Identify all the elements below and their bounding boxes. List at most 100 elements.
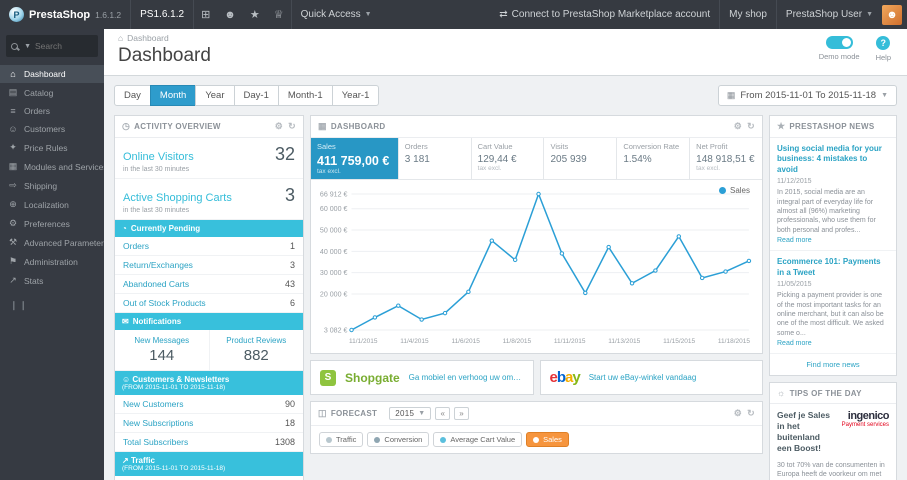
range-day-button[interactable]: Day: [114, 85, 151, 106]
article-title-link[interactable]: Ecommerce 101: Payments in a Tweet: [777, 257, 889, 278]
date-range-picker[interactable]: ▦ From 2015-11-01 To 2015-11-18 ▼: [717, 85, 897, 106]
gear-icon[interactable]: ⚙: [734, 408, 742, 419]
legend-average-cart-value[interactable]: Average Cart Value: [433, 432, 523, 447]
range-year-button[interactable]: Year: [195, 85, 235, 106]
svg-text:30 000 €: 30 000 €: [320, 270, 348, 277]
prestashop-logo-icon: P: [9, 7, 24, 22]
sidebar-item-preferences[interactable]: ⚙ Preferences: [0, 214, 104, 233]
topbar: P PrestaShop 1.6.1.2 PS1.6.1.2 ⊞ ☻ ★ ♕ Q…: [0, 0, 907, 29]
sidebar-item-customers[interactable]: ☺ Customers: [0, 120, 104, 138]
refresh-icon[interactable]: ↻: [747, 121, 755, 132]
read-more-link[interactable]: Read more: [777, 340, 889, 347]
shopgate-logo-icon: S: [320, 369, 336, 386]
range-month-1-button[interactable]: Month-1: [277, 85, 333, 106]
refresh-icon[interactable]: ↻: [747, 408, 755, 419]
trophy-icon[interactable]: ♕: [267, 0, 291, 29]
kpi-visits[interactable]: Visits 205 939: [544, 138, 618, 179]
chart-legend: Sales: [718, 186, 750, 195]
sidebar-item-dashboard[interactable]: ⌂ Dashboard: [0, 65, 104, 83]
kpi-cart-value[interactable]: Cart Value 129,44 € tax excl.: [472, 138, 545, 179]
time-range-toolbar: Day Month Year Day-1 Month-1 Year-1 ▦ Fr…: [114, 85, 897, 106]
tip-body: 30 tot 70% van de consumenten in Europa …: [777, 461, 885, 479]
customers-row-new-subscriptions: New Subscriptions 18: [115, 414, 303, 433]
pending-row-abandoned-carts: Abandoned Carts 43: [115, 275, 303, 294]
collapse-menu-icon[interactable]: ❙❙: [0, 290, 104, 321]
sales-chart: Sales 66 912 € 60 000 € 50 000 € 40 000 € 30…: [311, 180, 762, 353]
chevron-down-icon: ▼: [364, 11, 372, 18]
star-icon[interactable]: ★: [243, 0, 267, 29]
user-menu[interactable]: PrestaShop User ▼: [777, 0, 882, 29]
forecast-legend: Traffic Conversion Average Cart Value Sa…: [311, 426, 762, 453]
previous-year-button[interactable]: «: [435, 407, 451, 420]
svg-text:20 000 €: 20 000 €: [320, 291, 348, 298]
chevron-down-icon: ▼: [418, 410, 426, 417]
article-title-link[interactable]: Using social media for your business: 4 …: [777, 144, 889, 175]
kpi-net-profit[interactable]: Net Profit 148 918,51 € tax excl.: [690, 138, 762, 179]
search-input[interactable]: [35, 41, 93, 51]
prestashop-brand[interactable]: P PrestaShop 1.6.1.2: [0, 7, 130, 22]
tip-headline: Geef je Sales in het buitenland een Boos…: [777, 410, 830, 454]
sidebar-item-administration[interactable]: ⚑ Administration: [0, 252, 104, 271]
sidebar-item-localization[interactable]: ⊕ Localization: [0, 195, 104, 214]
sidebar-item-stats[interactable]: ↗ Stats: [0, 271, 104, 290]
user-avatar[interactable]: ☻: [882, 4, 902, 25]
range-year-1-button[interactable]: Year-1: [331, 85, 380, 106]
legend-sales[interactable]: Sales: [526, 432, 569, 447]
chevron-down-icon: ▼: [24, 42, 31, 50]
marketplace-icon: ⇄: [499, 9, 508, 20]
activity-icon: ◷: [122, 121, 131, 131]
customers-row-new-customers: New Customers 90: [115, 395, 303, 414]
sidebar-item-orders[interactable]: ≡ Orders: [0, 102, 104, 120]
activity-overview-panel: ◷ ACTIVITY OVERVIEW ⚙ ↻ Online Visitors …: [114, 115, 304, 480]
cart-icon[interactable]: ⊞: [194, 0, 217, 29]
chevron-down-icon: ▼: [866, 11, 873, 18]
marketplace-link[interactable]: ⇄ Connect to PrestaShop Marketplace acco…: [490, 0, 719, 29]
forecast-year-select[interactable]: 2015 ▼: [389, 407, 432, 420]
customer-icon[interactable]: ☻: [217, 0, 243, 29]
sidebar-item-shipping[interactable]: ⇨ Shipping: [0, 176, 104, 195]
kpi-conversion-rate[interactable]: Conversion Rate 1.54%: [617, 138, 691, 179]
sidebar-item-catalog[interactable]: ▤ Catalog: [0, 83, 104, 102]
legend-conversion[interactable]: Conversion: [367, 432, 430, 447]
dashboard-icon: ▦: [318, 121, 327, 131]
next-year-button[interactable]: »: [454, 407, 469, 420]
modules-icon: ▦: [8, 161, 18, 171]
ebay-promo: ebay Start uw eBay-winkel vandaag: [539, 360, 763, 395]
demo-mode-toggle[interactable]: [825, 36, 853, 49]
panel-title: DASHBOARD: [330, 122, 386, 131]
sidebar-item-advanced-parameters[interactable]: ⚒ Advanced Parameters: [0, 233, 104, 252]
stats-icon: ↗: [9, 275, 17, 285]
sidebar-item-price-rules[interactable]: ✦ Price Rules: [0, 138, 104, 157]
breadcrumb[interactable]: ⌂ Dashboard: [118, 33, 893, 43]
google-analytics-link[interactable]: Link to your Google Analytics account: [115, 476, 303, 480]
product-reviews-stat: Product Reviews 882: [208, 330, 303, 371]
ebay-promo-link[interactable]: Start uw eBay-winkel vandaag: [589, 373, 697, 382]
range-month-button[interactable]: Month: [149, 85, 197, 106]
brand-version: 1.6.1.2: [95, 9, 122, 20]
gear-icon[interactable]: ⚙: [275, 121, 283, 132]
shopgate-promo-link[interactable]: Ga mobiel en verhoog uw omzet: [409, 373, 524, 382]
wrench-icon: ⚒: [8, 237, 18, 247]
sidebar-item-modules[interactable]: ▦ Modules and Services: [0, 157, 104, 176]
quick-access-menu[interactable]: Quick Access ▼: [292, 0, 381, 29]
calendar-icon: ▦: [726, 90, 736, 100]
help-icon[interactable]: ?: [876, 36, 891, 50]
kpi-orders[interactable]: Orders 3 181: [399, 138, 472, 179]
shop-name[interactable]: PS1.6.1.2: [131, 9, 193, 20]
help-label: Help: [875, 53, 891, 62]
legend-traffic[interactable]: Traffic: [319, 432, 364, 447]
range-day-1-button[interactable]: Day-1: [233, 85, 279, 106]
chart-x-axis: 11/1/2015 11/4/2015 11/6/2015 11/8/2015 …: [349, 338, 750, 345]
currently-pending-header: ◔ Currently Pending: [115, 220, 303, 237]
read-more-link[interactable]: Read more: [777, 237, 889, 244]
gear-icon[interactable]: ⚙: [734, 121, 742, 132]
pending-row-out-of-stock: Out of Stock Products 6: [115, 294, 303, 313]
refresh-icon[interactable]: ↻: [288, 121, 296, 132]
demo-mode-label: Demo mode: [818, 52, 860, 61]
my-shop-link[interactable]: My shop: [720, 0, 776, 29]
svg-text:3 082 €: 3 082 €: [324, 328, 348, 335]
forecast-panel: ◫ FORECAST 2015 ▼ « » ⚙ ↻ Traffic Conver…: [310, 401, 763, 454]
find-more-news-link[interactable]: Find more news: [770, 354, 896, 375]
sidebar-search[interactable]: ▼: [6, 35, 98, 57]
kpi-sales[interactable]: Sales 411 759,00 € tax excl.: [311, 138, 399, 179]
